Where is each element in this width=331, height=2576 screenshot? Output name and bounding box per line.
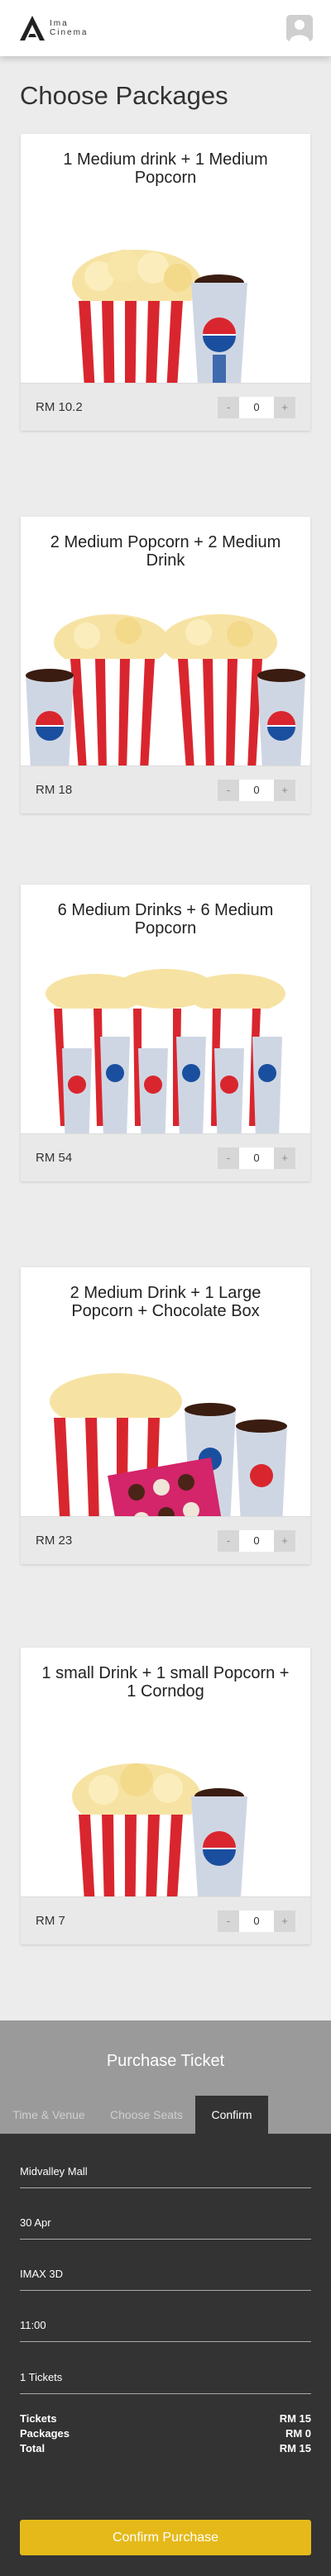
quantity-stepper[interactable]: - 0 + xyxy=(218,1910,295,1932)
package-footer: RM 23 - 0 + xyxy=(21,1516,310,1564)
package-footer: RM 7 - 0 + xyxy=(21,1896,310,1944)
venue-field: Midvalley Mall xyxy=(20,2155,311,2188)
date-field: 30 Apr xyxy=(20,2206,311,2240)
increase-button[interactable]: + xyxy=(274,396,295,418)
quantity-value[interactable]: 0 xyxy=(239,1529,274,1552)
tickets-count-field: 1 Tickets xyxy=(20,2361,311,2394)
summary-value: RM 15 xyxy=(279,2442,311,2454)
increase-button[interactable]: + xyxy=(274,1910,295,1932)
avatar[interactable] xyxy=(286,15,313,41)
package-price: RM 23 xyxy=(36,1534,73,1548)
confirm-purchase-button[interactable]: Confirm Purchase xyxy=(20,2520,311,2555)
package-title: 1 Medium drink + 1 Medium Popcorn xyxy=(63,150,268,187)
package-card: 2 Medium Popcorn + 2 Medium Drink RM 18 … xyxy=(21,517,310,813)
time-field: 11:00 xyxy=(20,2309,311,2342)
package-title: 2 Medium Drink + 1 Large Popcorn + Choco… xyxy=(70,1284,261,1320)
summary-row-total: Total RM 15 xyxy=(20,2441,311,2456)
package-card: 1 small Drink + 1 small Popcorn + 1 Corn… xyxy=(21,1648,310,1944)
increase-button[interactable]: + xyxy=(274,779,295,801)
package-price: RM 18 xyxy=(36,783,73,797)
logo-text-line1: Ima xyxy=(50,19,69,28)
quantity-stepper[interactable]: - 0 + xyxy=(218,779,295,801)
package-footer: RM 18 - 0 + xyxy=(21,766,310,813)
logo[interactable]: Ima Cinema xyxy=(18,14,88,42)
increase-button[interactable]: + xyxy=(274,1147,295,1169)
format-field: IMAX 3D xyxy=(20,2258,311,2291)
purchase-tabs: Time & Venue Choose Seats Confirm xyxy=(0,2096,331,2134)
package-footer: RM 10.2 - 0 + xyxy=(21,383,310,431)
logo-text: Ima Cinema xyxy=(50,19,88,37)
increase-button[interactable]: + xyxy=(274,1529,295,1552)
decrease-button[interactable]: - xyxy=(218,396,239,418)
logo-icon xyxy=(20,16,45,41)
package-price: RM 54 xyxy=(36,1151,73,1165)
purchase-title: Purchase Ticket xyxy=(106,2052,225,2070)
quantity-value[interactable]: 0 xyxy=(239,1147,274,1169)
package-price: RM 10.2 xyxy=(36,400,83,414)
package-price: RM 7 xyxy=(36,1914,65,1928)
decrease-button[interactable]: - xyxy=(218,1147,239,1169)
summary-value: RM 0 xyxy=(285,2427,311,2440)
summary-label: Tickets xyxy=(20,2412,57,2425)
summary-label: Total xyxy=(20,2442,46,2454)
package-card: 6 Medium Drinks + 6 Medium Popcorn RM 54… xyxy=(21,885,310,1181)
package-card: 1 Medium drink + 1 Medium Popcorn RM 10.… xyxy=(21,134,310,431)
summary-row-tickets: Tickets RM 15 xyxy=(20,2411,311,2426)
quantity-value[interactable]: 0 xyxy=(239,1910,274,1932)
tab-confirm[interactable]: Confirm xyxy=(195,2096,268,2134)
quantity-stepper[interactable]: - 0 + xyxy=(218,396,295,418)
decrease-button[interactable]: - xyxy=(218,1910,239,1932)
package-title: 2 Medium Popcorn + 2 Medium Drink xyxy=(50,533,281,570)
summary-row-packages: Packages RM 0 xyxy=(20,2426,311,2441)
page-title: Choose Packages xyxy=(20,81,228,110)
price-summary: Tickets RM 15 Packages RM 0 Total RM 15 xyxy=(20,2411,311,2456)
quantity-value[interactable]: 0 xyxy=(239,396,274,418)
package-footer: RM 54 - 0 + xyxy=(21,1133,310,1181)
top-bar: Ima Cinema xyxy=(0,0,331,56)
package-title: 6 Medium Drinks + 6 Medium Popcorn xyxy=(57,901,274,937)
package-card: 2 Medium Drink + 1 Large Popcorn + Choco… xyxy=(21,1267,310,1564)
decrease-button[interactable]: - xyxy=(218,779,239,801)
decrease-button[interactable]: - xyxy=(218,1529,239,1552)
quantity-stepper[interactable]: - 0 + xyxy=(218,1529,295,1552)
package-title: 1 small Drink + 1 small Popcorn + 1 Corn… xyxy=(41,1664,290,1701)
tab-choose-seats[interactable]: Choose Seats xyxy=(98,2096,195,2134)
quantity-stepper[interactable]: - 0 + xyxy=(218,1147,295,1169)
tab-time-venue[interactable]: Time & Venue xyxy=(0,2096,98,2134)
summary-label: Packages xyxy=(20,2427,70,2440)
user-icon xyxy=(286,15,313,41)
purchase-header: Purchase Ticket Time & Venue Choose Seat… xyxy=(0,2020,331,2134)
quantity-value[interactable]: 0 xyxy=(239,779,274,801)
summary-value: RM 15 xyxy=(279,2412,311,2425)
logo-text-line2: Cinema xyxy=(50,28,89,37)
purchase-panel: Purchase Ticket Time & Venue Choose Seat… xyxy=(0,2020,331,2576)
